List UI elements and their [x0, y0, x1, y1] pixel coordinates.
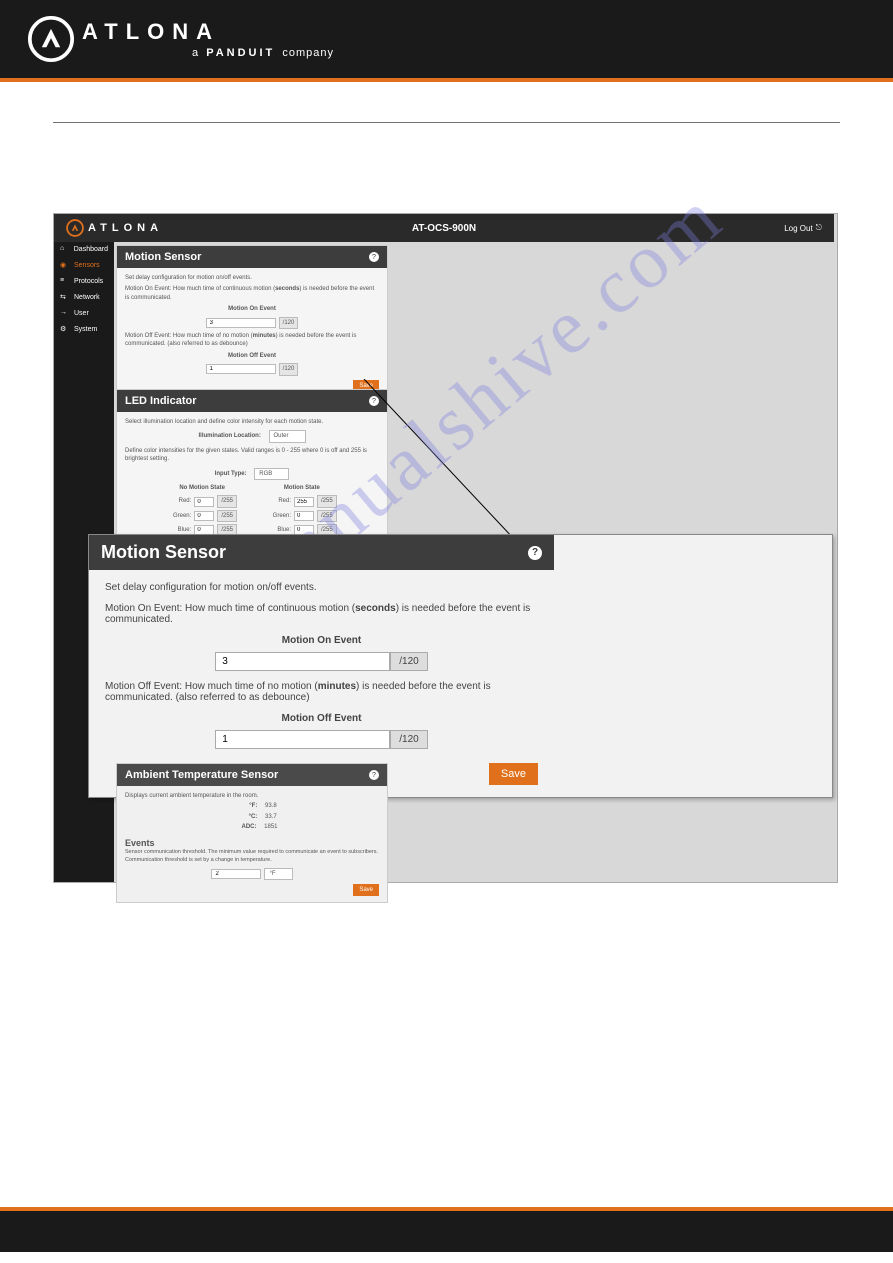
- ui-screenshot: ATLONA AT-OCS-900N Log Out ⎋ ⌂Dashboard …: [53, 213, 838, 883]
- motion-sensor-card-zoom: Motion Sensor ? Set delay configuration …: [88, 534, 833, 798]
- user-icon: →: [60, 309, 68, 317]
- no-motion-red[interactable]: [194, 497, 214, 507]
- app-brand: ATLONA: [66, 219, 163, 237]
- motion-off-desc: Motion Off Event: How much time of no mo…: [125, 332, 379, 349]
- motion-on-label: Motion On Event: [125, 305, 379, 313]
- motion-on-input[interactable]: [206, 318, 276, 328]
- network-icon: ⇆: [60, 293, 68, 301]
- sidebar-item-system[interactable]: ⚙System: [54, 322, 114, 336]
- zoom-on-desc: Motion On Event: How much time of contin…: [105, 603, 538, 625]
- app-model: AT-OCS-900N: [412, 223, 476, 234]
- help-icon[interactable]: ?: [369, 396, 379, 406]
- zoom-intro: Set delay configuration for motion on/of…: [105, 582, 538, 593]
- sensor-icon: ◉: [60, 261, 68, 269]
- led-intro: Select illumination location and define …: [125, 418, 379, 426]
- no-motion-title: No Motion State: [167, 484, 237, 492]
- sidebar-item-network[interactable]: ⇆Network: [54, 290, 114, 304]
- motion-off-label: Motion Off Event: [125, 352, 379, 360]
- card-intro: Set delay configuration for motion on/of…: [125, 274, 379, 282]
- card-title: Motion Sensor: [101, 542, 226, 563]
- sidebar-item-dashboard[interactable]: ⌂Dashboard: [54, 242, 114, 256]
- zoom-off-label: Motion Off Event: [105, 713, 538, 724]
- motion-red[interactable]: [294, 497, 314, 507]
- help-icon[interactable]: ?: [528, 546, 542, 560]
- events-desc: Sensor communication threshold. The mini…: [125, 849, 379, 864]
- led-desc: Define color intensities for the given s…: [125, 447, 379, 464]
- threshold-input[interactable]: [211, 869, 261, 879]
- section-divider: [53, 122, 840, 123]
- temp-f-value: 93.8: [265, 802, 277, 810]
- home-icon: ⌂: [60, 245, 68, 253]
- help-icon[interactable]: ?: [369, 770, 379, 780]
- motion-title: Motion State: [267, 484, 337, 492]
- card-header: Motion Sensor ?: [117, 246, 387, 268]
- help-icon[interactable]: ?: [369, 252, 379, 262]
- brand-name: ATLONA: [82, 19, 334, 45]
- temp-c-value: 33.7: [265, 813, 277, 821]
- logout-icon: ⎋: [816, 223, 822, 233]
- motion-on-desc: Motion On Event: How much time of contin…: [125, 285, 379, 302]
- motion-on-suffix: /120: [390, 652, 427, 671]
- ambient-temp-card: Ambient Temperature Sensor? Displays cur…: [116, 763, 388, 903]
- save-button[interactable]: Save: [489, 763, 538, 785]
- motion-green[interactable]: [294, 511, 314, 521]
- doc-footer: [0, 1207, 893, 1252]
- sidebar-item-protocols[interactable]: ≡Protocols: [54, 274, 114, 288]
- ambient-intro: Displays current ambient temperature in …: [125, 792, 379, 800]
- no-motion-green[interactable]: [194, 511, 214, 521]
- led-indicator-card: LED Indicator? Select illumination locat…: [116, 389, 388, 546]
- events-title: Events: [125, 837, 379, 850]
- save-button[interactable]: Save: [353, 884, 379, 896]
- motion-off-suffix: /120: [390, 730, 427, 749]
- app-header: ATLONA AT-OCS-900N Log Out ⎋: [54, 214, 834, 242]
- input-type-select[interactable]: RGB: [254, 468, 289, 480]
- brand-subline: a PANDUIT company: [192, 47, 334, 59]
- zoom-off-desc: Motion Off Event: How much time of no mo…: [105, 681, 538, 703]
- zoom-on-label: Motion On Event: [105, 635, 538, 646]
- system-icon: ⚙: [60, 325, 68, 333]
- motion-on-input[interactable]: [215, 652, 390, 671]
- motion-off-input[interactable]: [215, 730, 390, 749]
- doc-header: ATLONA a PANDUIT company: [0, 0, 893, 82]
- stack-icon: ≡: [60, 277, 68, 285]
- logout-button[interactable]: Log Out ⎋: [784, 223, 822, 233]
- atlona-logo-text: ATLONA a PANDUIT company: [82, 19, 334, 59]
- illumination-location-select[interactable]: Outer: [269, 430, 306, 442]
- temp-adc-value: 1851: [264, 823, 277, 831]
- sidebar-item-sensors[interactable]: ◉Sensors: [54, 258, 114, 272]
- atlona-logo-icon: [28, 16, 74, 62]
- threshold-unit-select[interactable]: °F: [264, 868, 292, 880]
- motion-off-input[interactable]: [206, 364, 276, 374]
- sidebar-item-user[interactable]: →User: [54, 306, 114, 320]
- card-header: Motion Sensor ?: [89, 535, 554, 570]
- motion-sensor-card-small: Motion Sensor ? Set delay configuration …: [116, 245, 388, 399]
